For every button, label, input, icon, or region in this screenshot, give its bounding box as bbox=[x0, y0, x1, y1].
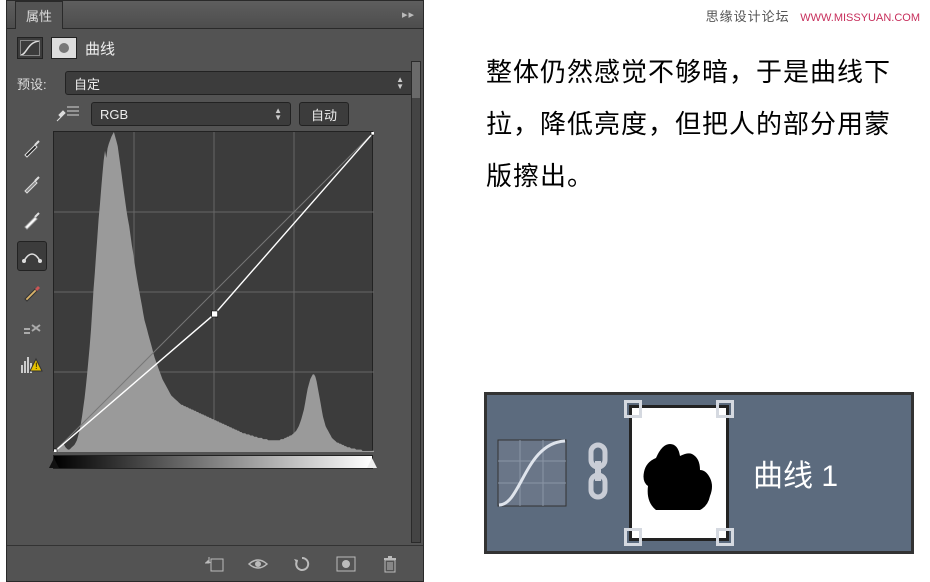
svg-text:!: ! bbox=[35, 361, 38, 371]
visibility-icon[interactable] bbox=[245, 552, 271, 576]
histogram-warning-icon[interactable]: ! bbox=[17, 349, 47, 379]
white-point-slider[interactable] bbox=[367, 458, 377, 468]
layer-curves-thumb-icon[interactable] bbox=[497, 439, 567, 507]
channel-select[interactable]: RGB ▲▼ bbox=[91, 102, 291, 126]
hand-target-icon[interactable] bbox=[53, 101, 83, 127]
curves-editor: ! bbox=[7, 129, 423, 509]
curve-point-icon[interactable] bbox=[17, 241, 47, 271]
curves-tool-column: ! bbox=[17, 131, 53, 509]
preset-row: 预设: 自定 ▲▼ bbox=[7, 67, 423, 99]
layer-mask-thumb[interactable] bbox=[629, 405, 729, 541]
scrollbar-thumb[interactable] bbox=[412, 62, 420, 98]
curves-icon[interactable] bbox=[17, 37, 43, 59]
watermark-site: WWW.MISSYUAN.COM bbox=[800, 12, 920, 24]
dropdown-arrows-icon: ▲▼ bbox=[274, 107, 282, 121]
mask-selection-corner bbox=[716, 528, 734, 546]
panel-collapse-icon[interactable]: ▸▸ bbox=[402, 8, 415, 21]
properties-panel: 属性 ▸▸ 曲线 预设: 自定 ▲▼ RGB ▲▼ 自动 bbox=[6, 0, 424, 582]
hand-channel-row: RGB ▲▼ 自动 bbox=[7, 99, 423, 129]
clip-to-layer-icon[interactable] bbox=[201, 552, 227, 576]
mask-selection-corner bbox=[624, 528, 642, 546]
watermark-forum: 思缘设计论坛 bbox=[706, 9, 790, 24]
layer-link-icon[interactable] bbox=[581, 441, 615, 506]
channel-value: RGB bbox=[100, 107, 128, 122]
mask-view-icon[interactable] bbox=[333, 552, 359, 576]
trash-icon[interactable] bbox=[377, 552, 403, 576]
adjustment-type-label: 曲线 bbox=[85, 38, 115, 59]
curves-graph-wrap bbox=[53, 131, 413, 509]
panel-header: 属性 ▸▸ bbox=[7, 1, 423, 29]
eyedropper-black-icon[interactable] bbox=[17, 133, 47, 163]
mask-icon[interactable] bbox=[51, 37, 77, 59]
black-point-slider[interactable] bbox=[49, 458, 59, 468]
layer-strip: 曲线 1 bbox=[484, 392, 914, 554]
eyedropper-white-icon[interactable] bbox=[17, 205, 47, 235]
smooth-icon[interactable] bbox=[17, 313, 47, 343]
explanation-text: 整体仍然感觉不够暗，于是曲线下拉，降低亮度，但把人的部分用蒙版擦出。 bbox=[486, 46, 896, 202]
preset-label: 预设: bbox=[17, 74, 57, 93]
panel-scrollbar[interactable] bbox=[411, 61, 421, 543]
pencil-icon[interactable] bbox=[17, 277, 47, 307]
mask-selection-corner bbox=[716, 400, 734, 418]
reset-icon[interactable] bbox=[289, 552, 315, 576]
preset-select[interactable]: 自定 ▲▼ bbox=[65, 71, 413, 95]
eyedropper-gray-icon[interactable] bbox=[17, 169, 47, 199]
layer-name-label[interactable]: 曲线 1 bbox=[753, 451, 838, 495]
dropdown-arrows-icon: ▲▼ bbox=[396, 76, 404, 90]
panel-footer bbox=[7, 545, 423, 581]
mask-selection-corner bbox=[624, 400, 642, 418]
output-ramp[interactable] bbox=[53, 455, 373, 469]
watermark: 思缘设计论坛 WWW.MISSYUAN.COM bbox=[706, 6, 920, 25]
preset-value: 自定 bbox=[74, 74, 100, 93]
auto-button[interactable]: 自动 bbox=[299, 102, 349, 126]
panel-title-tab[interactable]: 属性 bbox=[15, 1, 63, 29]
adjustment-type-header: 曲线 bbox=[7, 29, 423, 67]
curves-graph[interactable] bbox=[53, 131, 373, 451]
